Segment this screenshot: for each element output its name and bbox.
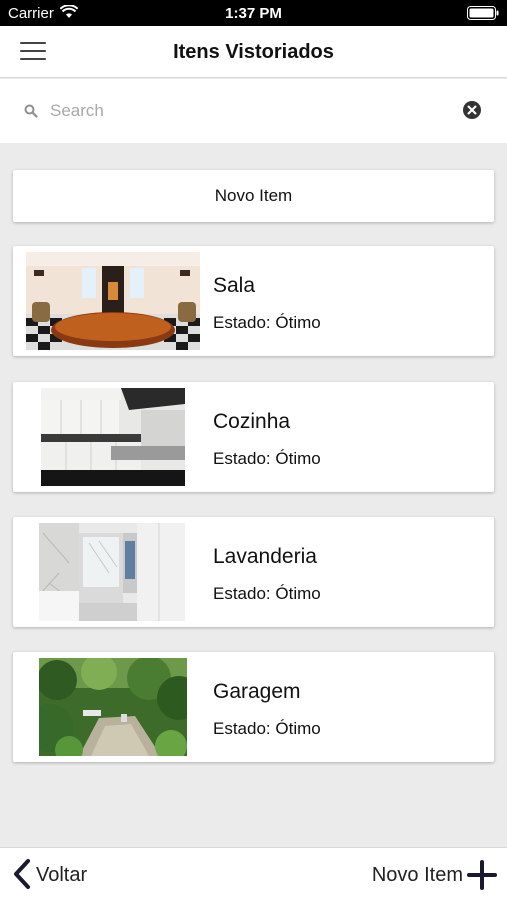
item-name: Sala [213,274,256,297]
clear-search-icon[interactable] [463,101,481,119]
search-bar [0,79,507,143]
laundry-photo [39,523,185,621]
status-bar: Carrier 1:37 PM [0,0,507,26]
toolbar-new-item-button[interactable]: Novo Item [367,858,497,890]
bottom-toolbar: Voltar Novo Item [0,847,507,900]
item-status: Estado: Ótimo [213,719,321,738]
living-room-photo [26,252,200,350]
item-status: Estado: Ótimo [213,449,321,468]
item-status: Estado: Ótimo [213,313,321,332]
status-time: 1:37 PM [225,5,282,22]
item-name: Garagem [213,680,301,703]
list-item[interactable]: Sala Estado: Ótimo [13,246,494,356]
list-item[interactable]: Cozinha Estado: Ótimo [13,382,494,492]
new-item-label: Novo Item [371,864,463,886]
page-title: Itens Vistoriados [173,41,334,63]
chevron-left-icon [14,859,30,889]
new-item-button[interactable]: Novo Item [13,170,494,222]
item-name: Lavanderia [213,545,317,568]
navigation-bar: Itens Vistoriados [0,26,507,78]
plus-icon [467,860,497,890]
battery-icon [467,6,499,20]
item-status: Estado: Ótimo [213,584,321,603]
items-list: Novo Item Sala Estado: Ótimo Cozinha Est… [0,143,507,847]
item-name: Cozinha [213,410,291,433]
list-item[interactable]: Garagem Estado: Ótimo [13,652,494,762]
kitchen-photo [41,388,185,486]
garden-garage-photo [39,658,187,756]
back-label: Voltar [36,864,88,886]
search-icon [24,104,38,118]
list-item[interactable]: Lavanderia Estado: Ótimo [13,517,494,627]
search-input[interactable] [48,97,448,125]
